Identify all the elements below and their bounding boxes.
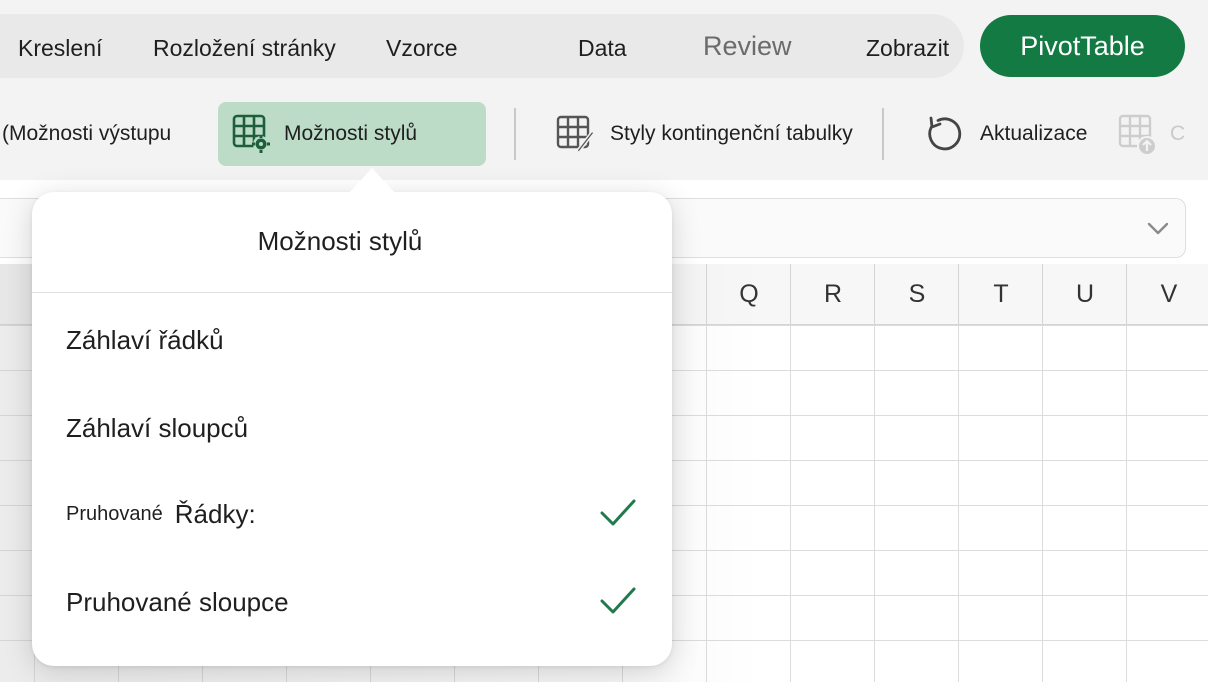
tab-kresleni[interactable]: Kreslení bbox=[18, 30, 102, 66]
tab-vzorce[interactable]: Vzorce bbox=[386, 30, 458, 66]
refresh-button[interactable]: Aktualizace bbox=[924, 102, 1087, 166]
column-header-q[interactable]: Q bbox=[706, 264, 791, 324]
ribbon-tab-bar: Kreslení Rozložení stránky Vzorce Data R… bbox=[0, 0, 1208, 92]
ribbon-separator bbox=[514, 108, 516, 160]
option-banded-rows[interactable]: Pruhované Řádky: bbox=[66, 484, 636, 544]
pivot-styles-button[interactable]: Styly kontingenční tabulky bbox=[556, 102, 853, 166]
column-header-r[interactable]: R bbox=[790, 264, 875, 324]
option-label-prefix: Pruhované bbox=[66, 502, 163, 525]
column-header-s[interactable]: S bbox=[874, 264, 959, 324]
column-header-v[interactable]: V bbox=[1126, 264, 1208, 324]
refresh-icon bbox=[924, 114, 964, 154]
option-label: Řádky: bbox=[174, 498, 256, 529]
output-options-label: (Možnosti výstupu bbox=[2, 122, 172, 145]
tab-review[interactable]: Review bbox=[703, 28, 792, 64]
tab-zobrazit[interactable]: Zobrazit bbox=[866, 30, 949, 66]
checkmark-icon bbox=[600, 498, 636, 533]
change-source-button[interactable]: C bbox=[1118, 102, 1185, 166]
refresh-label: Aktualizace bbox=[980, 122, 1088, 145]
option-banded-columns[interactable]: Pruhované sloupce bbox=[66, 572, 636, 632]
option-row-headers[interactable]: Záhlaví řádků bbox=[66, 310, 636, 370]
ribbon-toolbar: (Možnosti výstupu Možnosti stylů Styly k… bbox=[0, 92, 1208, 180]
style-options-label: Možnosti stylů bbox=[284, 122, 418, 145]
tab-data[interactable]: Data bbox=[578, 30, 627, 66]
tab-pivottable[interactable]: PivotTable bbox=[980, 15, 1185, 77]
table-brush-icon bbox=[556, 113, 598, 155]
column-header-u[interactable]: U bbox=[1042, 264, 1127, 324]
tab-group-background bbox=[0, 14, 964, 78]
change-source-label: C bbox=[1170, 122, 1186, 145]
chevron-down-icon[interactable] bbox=[1145, 215, 1171, 246]
column-header-t[interactable]: T bbox=[958, 264, 1043, 324]
option-label: Záhlaví řádků bbox=[66, 324, 224, 355]
popover-divider bbox=[32, 292, 672, 293]
option-column-headers[interactable]: Záhlaví sloupců bbox=[66, 398, 636, 458]
option-label: Pruhované sloupce bbox=[66, 586, 289, 617]
ribbon-separator bbox=[882, 108, 884, 160]
option-label: Záhlaví sloupců bbox=[66, 412, 249, 443]
tab-rozlozeni-stranky[interactable]: Rozložení stránky bbox=[153, 30, 336, 66]
popover-title: Možnosti stylů bbox=[257, 226, 423, 256]
pivot-styles-label: Styly kontingenční tabulky bbox=[610, 122, 853, 145]
checkmark-icon bbox=[600, 586, 636, 621]
style-options-popover: Možnosti stylů Záhlaví řádků Záhlaví slo… bbox=[32, 168, 672, 666]
table-upload-icon bbox=[1118, 112, 1158, 156]
table-gear-icon bbox=[232, 114, 272, 154]
popover-arrow bbox=[348, 168, 396, 194]
output-options-button[interactable]: (Možnosti výstupu bbox=[2, 102, 171, 166]
style-options-button[interactable]: Možnosti stylů bbox=[218, 102, 486, 166]
